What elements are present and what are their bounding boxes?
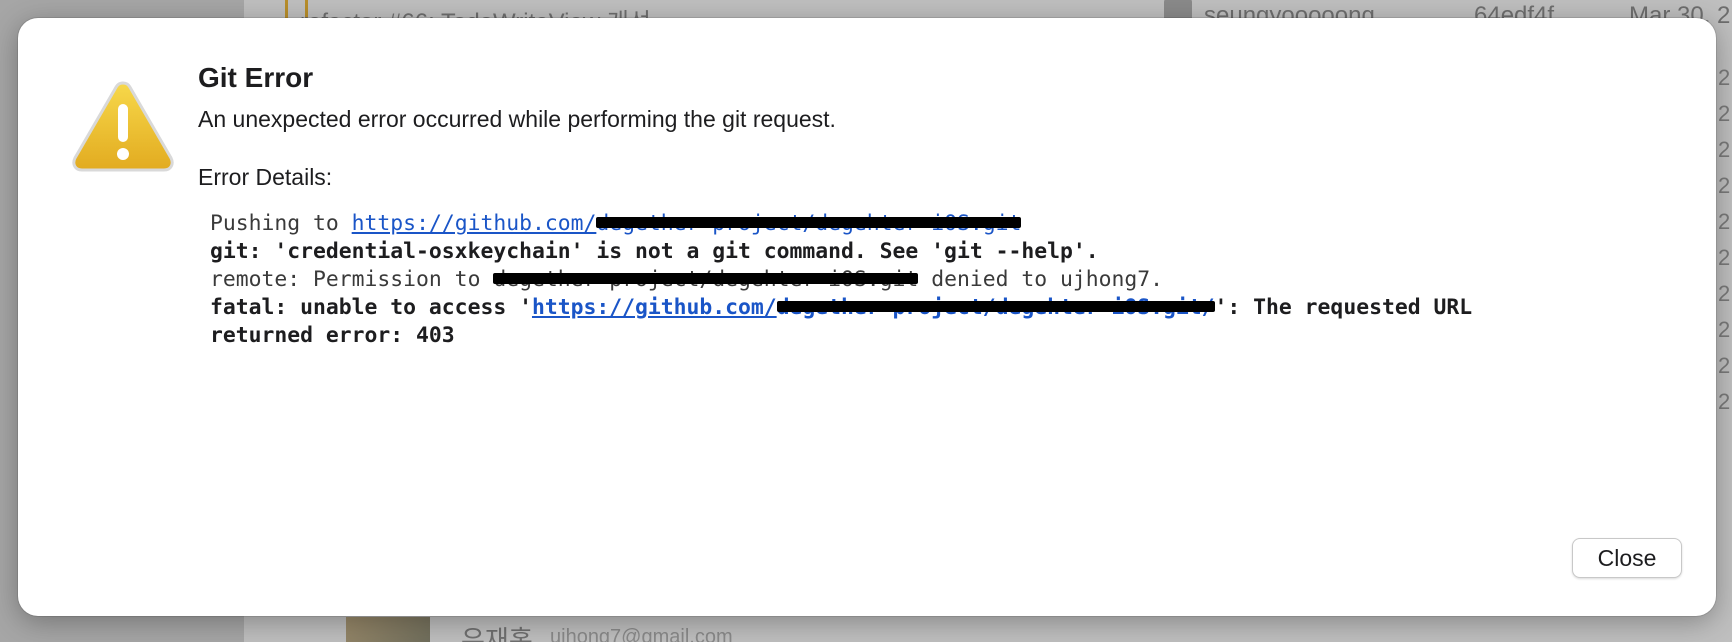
dialog-message: An unexpected error occurred while perfo… xyxy=(198,106,836,132)
background-date-column: 2 2 2 2 2 2 2 2 2 2 xyxy=(1718,60,1732,420)
date-fragment: 2 xyxy=(1718,101,1731,126)
redaction-bar xyxy=(493,273,919,284)
details-text: denied to ujhong7. xyxy=(918,267,1163,292)
repository-link[interactable]: https://github.com/degether-project/dege… xyxy=(532,295,1215,320)
details-text: fatal: unable to access ' xyxy=(210,295,532,320)
redaction-bar xyxy=(776,301,1215,312)
date-fragment: 2 xyxy=(1718,65,1731,90)
redaction-bar xyxy=(596,217,1022,228)
details-text: Pushing to xyxy=(210,211,352,236)
user-avatar xyxy=(346,617,430,642)
details-line-credential: git: 'credential-osxkeychain' is not a g… xyxy=(210,239,1099,264)
close-button[interactable]: Close xyxy=(1572,538,1682,578)
user-name: 유재홍 xyxy=(461,625,533,642)
date-fragment: 2 xyxy=(1718,317,1731,342)
date-fragment: 2 xyxy=(1718,353,1731,378)
repository-link[interactable]: https://github.com/degether-project/dege… xyxy=(352,211,1022,236)
details-line-remote: remote: Permission to degether-project/d… xyxy=(210,266,1650,294)
details-text: ': The requested URL xyxy=(1214,295,1473,320)
date-fragment: 2 xyxy=(1718,173,1731,198)
date-fragment: 2 xyxy=(1718,137,1731,162)
error-details-label: Error Details: xyxy=(198,164,333,190)
redacted-text: degether-project/degehter-iOS.git/ xyxy=(776,294,1215,322)
details-text: remote: Permission to xyxy=(210,267,494,292)
details-line-error-code: returned error: 403 xyxy=(210,323,455,348)
date-fragment: 2 xyxy=(1718,245,1731,270)
date-fragment: 2 xyxy=(1718,389,1731,414)
details-line-push: Pushing to https://github.com/degether-p… xyxy=(210,210,1650,238)
git-error-dialog: Git Error An unexpected error occurred w… xyxy=(18,18,1716,616)
redacted-text: degether-project/degehter-iOS.git xyxy=(596,210,1022,238)
redacted-text: degether-project/degehter-iOS.git xyxy=(493,266,919,294)
dialog-title: Git Error xyxy=(198,62,314,93)
details-line-fatal: fatal: unable to access 'https://github.… xyxy=(210,294,1650,322)
user-email: ujhong7@gmail.com xyxy=(550,626,733,642)
date-fragment: 2 xyxy=(1718,281,1731,306)
date-fragment: 2 xyxy=(1718,209,1731,234)
error-details-text: Pushing to https://github.com/degether-p… xyxy=(210,210,1650,350)
warning-triangle-icon xyxy=(72,81,174,172)
